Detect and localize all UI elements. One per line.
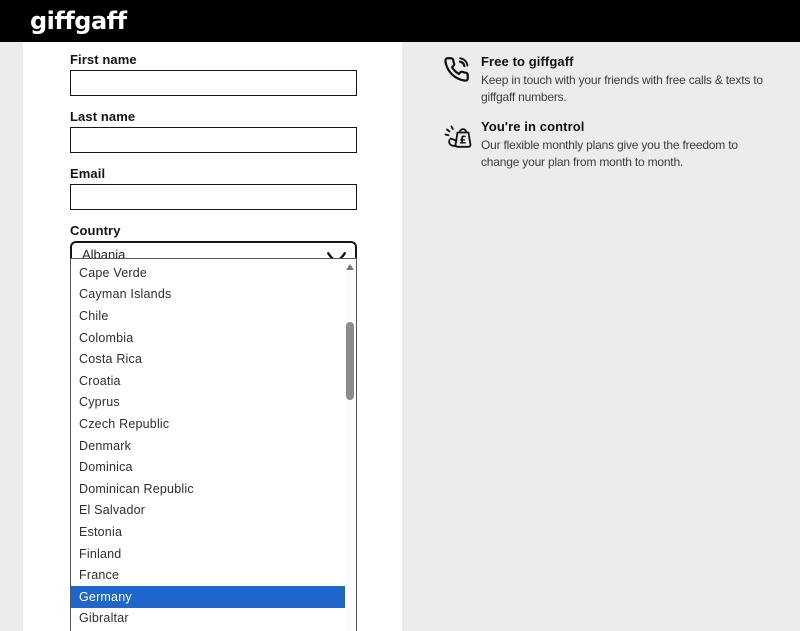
country-label: Country xyxy=(70,223,357,239)
benefit-description: Keep in touch with your friends with fre… xyxy=(481,72,800,105)
last-name-label: Last name xyxy=(70,109,357,125)
benefit-title: You're in control xyxy=(481,118,800,135)
last-name-input[interactable] xyxy=(70,127,357,153)
country-option[interactable]: Gibraltar xyxy=(71,608,356,630)
country-option[interactable]: Denmark xyxy=(71,435,356,457)
country-option[interactable]: Chile xyxy=(71,305,356,327)
country-option-highlighted[interactable]: Germany xyxy=(71,586,345,608)
country-option[interactable]: Cayman Islands xyxy=(71,284,356,306)
phone-call-icon xyxy=(443,53,481,105)
scroll-up-arrow-icon[interactable] xyxy=(346,264,354,270)
country-option[interactable]: Estonia xyxy=(71,521,356,543)
country-option[interactable]: Dominican Republic xyxy=(71,478,356,500)
email-label: Email xyxy=(70,166,357,182)
country-option[interactable]: El Salvador xyxy=(71,500,356,522)
benefit-youre-in-control: £ You're in control Our flexible monthly… xyxy=(443,118,800,170)
country-option[interactable]: France xyxy=(71,564,356,586)
signup-form: First name Last name Email Country Alban… xyxy=(70,42,357,267)
benefit-text-block: You're in control Our flexible monthly p… xyxy=(481,118,800,170)
country-option[interactable]: Cyprus xyxy=(71,392,356,414)
top-nav-bar: giffgaff xyxy=(0,0,800,42)
money-bag-hand-icon: £ xyxy=(443,118,481,170)
country-option[interactable]: Czech Republic xyxy=(71,413,356,435)
country-option[interactable]: Dominica xyxy=(71,456,356,478)
country-option[interactable]: Colombia xyxy=(71,327,356,349)
giffgaff-logo[interactable]: giffgaff xyxy=(30,0,127,42)
benefit-title: Free to giffgaff xyxy=(481,53,800,70)
svg-text:£: £ xyxy=(459,134,466,146)
country-option[interactable]: Cape Verde xyxy=(71,262,356,284)
email-input[interactable] xyxy=(70,184,357,210)
dropdown-scrollbar[interactable] xyxy=(345,260,356,631)
country-dropdown-list: Cape VerdeCayman IslandsChileColombiaCos… xyxy=(70,258,357,631)
scrollbar-thumb[interactable] xyxy=(346,322,354,400)
benefit-free-to-giffgaff: Free to giffgaff Keep in touch with your… xyxy=(443,53,800,105)
country-option[interactable]: Croatia xyxy=(71,370,356,392)
country-option[interactable]: Finland xyxy=(71,543,356,565)
signup-page: giffgaff First name Last name Email Coun… xyxy=(0,0,800,631)
benefit-text-block: Free to giffgaff Keep in touch with your… xyxy=(481,53,800,105)
country-option[interactable]: Costa Rica xyxy=(71,348,356,370)
first-name-input[interactable] xyxy=(70,70,357,96)
first-name-label: First name xyxy=(70,52,357,68)
benefit-description: Our flexible monthly plans give you the … xyxy=(481,137,800,170)
benefits-panel: Free to giffgaff Keep in touch with your… xyxy=(402,42,800,631)
